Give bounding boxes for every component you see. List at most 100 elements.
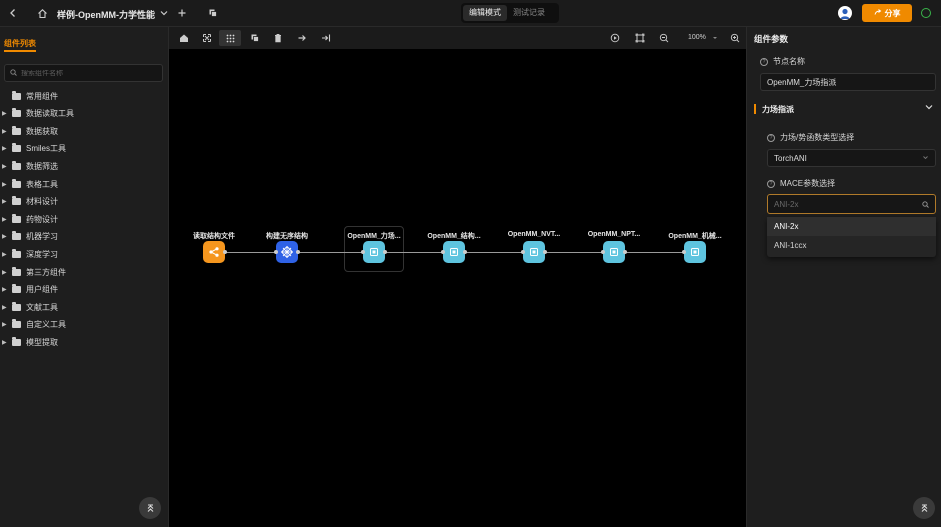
run-icon[interactable] — [608, 31, 622, 45]
chevron-down-icon[interactable] — [157, 6, 171, 20]
mace-search-input[interactable] — [774, 199, 914, 209]
workflow-edge[interactable] — [465, 252, 523, 253]
help-icon[interactable]: ? — [767, 133, 775, 142]
chevron-down-icon[interactable] — [924, 102, 934, 114]
sidebar-item[interactable]: 常用组件 — [0, 89, 168, 103]
share-icon — [208, 246, 220, 258]
workflow-node[interactable] — [203, 241, 225, 263]
caret-right-icon[interactable]: ▶ — [2, 286, 10, 293]
zoom-out-icon[interactable] — [657, 31, 671, 45]
help-icon[interactable]: ? — [767, 179, 775, 188]
caret-right-icon[interactable]: ▶ — [2, 339, 10, 346]
caret-right-icon[interactable]: ▶ — [2, 145, 10, 152]
caret-right-icon[interactable]: ▶ — [2, 128, 10, 135]
mace-search-select[interactable] — [767, 194, 936, 214]
fit-view-icon[interactable] — [633, 31, 647, 45]
sidebar-item[interactable]: ▶ 材料设计 — [0, 195, 168, 209]
input-port[interactable] — [682, 250, 686, 254]
caret-right-icon[interactable]: ▶ — [2, 198, 10, 205]
node-label: OpenMM_结构... — [427, 233, 481, 240]
tab-test-records[interactable]: 测试记录 — [507, 5, 551, 21]
workflow-edge[interactable] — [625, 252, 684, 253]
output-port[interactable] — [543, 250, 547, 254]
output-port[interactable] — [383, 250, 387, 254]
delete-icon[interactable] — [271, 31, 285, 45]
sidebar-item[interactable]: ▶ 第三方组件 — [0, 265, 168, 279]
caret-right-icon[interactable]: ▶ — [2, 216, 10, 223]
node-name-field[interactable]: OpenMM_力场指派 — [760, 73, 936, 91]
ff-type-select[interactable]: TorchANI — [767, 149, 936, 167]
sidebar-item[interactable]: ▶ 数据读取工具 — [0, 107, 168, 121]
home-view-icon[interactable] — [177, 31, 191, 45]
back-icon[interactable] — [6, 6, 20, 20]
option-ani-2x[interactable]: ANI-2x — [767, 217, 936, 236]
collapse-up-icon[interactable] — [139, 497, 161, 519]
input-port[interactable] — [601, 250, 605, 254]
caret-right-icon[interactable]: ▶ — [2, 251, 10, 258]
sidebar-item[interactable]: ▶ 模型提取 — [0, 335, 168, 349]
caret-right-icon[interactable]: ▶ — [2, 304, 10, 311]
sidebar-item[interactable]: ▶ 数据筛选 — [0, 159, 168, 173]
collapse-up-icon[interactable] — [913, 497, 935, 519]
workflow-node[interactable] — [523, 241, 545, 263]
avatar[interactable] — [838, 6, 852, 20]
input-port[interactable] — [274, 250, 278, 254]
output-port[interactable] — [623, 250, 627, 254]
sidebar-item[interactable]: ▶ 药物设计 — [0, 212, 168, 226]
chip-icon — [528, 246, 540, 258]
grid-icon[interactable] — [219, 30, 241, 46]
workflow-node[interactable] — [363, 241, 385, 263]
sidebar-item[interactable]: ▶ 文献工具 — [0, 300, 168, 314]
input-port[interactable] — [361, 250, 365, 254]
add-icon[interactable] — [175, 6, 189, 20]
auto-layout-icon[interactable] — [200, 31, 214, 45]
sidebar-item[interactable]: ▶ 表格工具 — [0, 177, 168, 191]
zoom-level[interactable]: 100% — [688, 34, 706, 41]
sidebar-item[interactable]: ▶ 数据获取 — [0, 124, 168, 138]
workflow-node[interactable] — [684, 241, 706, 263]
arrow-right-icon[interactable] — [295, 31, 309, 45]
input-port[interactable] — [521, 250, 525, 254]
caret-right-icon[interactable]: ▶ — [2, 110, 10, 117]
sidebar-item[interactable]: ▶ 机器学习 — [0, 230, 168, 244]
zoom-in-icon[interactable] — [728, 31, 742, 45]
output-port[interactable] — [296, 250, 300, 254]
output-port[interactable] — [463, 250, 467, 254]
sidebar-item[interactable]: ▶ 用户组件 — [0, 283, 168, 297]
workflow-canvas[interactable]: 100% 读取结构文件 构建无序结构 OpenMM_力场... OpenMM_结构..… — [169, 27, 934, 527]
sidebar-item[interactable]: ▶ 深度学习 — [0, 247, 168, 261]
caret-right-icon[interactable]: ▶ — [2, 181, 10, 188]
option-ani-1ccx[interactable]: ANI-1ccx — [767, 236, 936, 255]
chip-icon — [368, 246, 380, 258]
component-search-input[interactable] — [21, 69, 161, 77]
caret-right-icon[interactable]: ▶ — [2, 321, 10, 328]
workflow-node[interactable] — [276, 241, 298, 263]
output-port[interactable] — [223, 250, 227, 254]
search-icon — [922, 200, 929, 210]
help-icon[interactable]: ? — [760, 57, 768, 66]
workflow-node[interactable] — [603, 241, 625, 263]
home-icon[interactable] — [35, 6, 49, 20]
export-icon[interactable] — [319, 31, 333, 45]
mace-dropdown: ANI-2x ANI-1ccx — [767, 217, 936, 257]
tab-edit-mode[interactable]: 编辑模式 — [463, 5, 507, 21]
sidebar-item[interactable]: ▶ Smiles工具 — [0, 142, 168, 156]
workflow-edge[interactable] — [225, 252, 276, 253]
sidebar-item-label: 药物设计 — [26, 214, 58, 224]
duplicate-icon[interactable] — [248, 31, 262, 45]
caret-right-icon[interactable]: ▶ — [2, 269, 10, 276]
copy-icon[interactable] — [206, 6, 220, 20]
workflow-edge[interactable] — [545, 252, 603, 253]
caret-right-icon[interactable]: ▶ — [2, 233, 10, 240]
sidebar-item-label: 第三方组件 — [26, 267, 66, 277]
caret-right-icon[interactable]: ▶ — [2, 163, 10, 170]
chip-icon — [448, 246, 460, 258]
input-port[interactable] — [441, 250, 445, 254]
workflow-node[interactable] — [443, 241, 465, 263]
sidebar-item[interactable]: ▶ 自定义工具 — [0, 318, 168, 332]
workflow-edge[interactable] — [385, 252, 443, 253]
share-button[interactable]: 分享 — [862, 4, 912, 22]
forcefield-section-header[interactable]: 力场指派 — [754, 102, 936, 116]
workflow-edge[interactable] — [298, 252, 363, 253]
zoom-dropdown-icon[interactable] — [708, 31, 722, 45]
